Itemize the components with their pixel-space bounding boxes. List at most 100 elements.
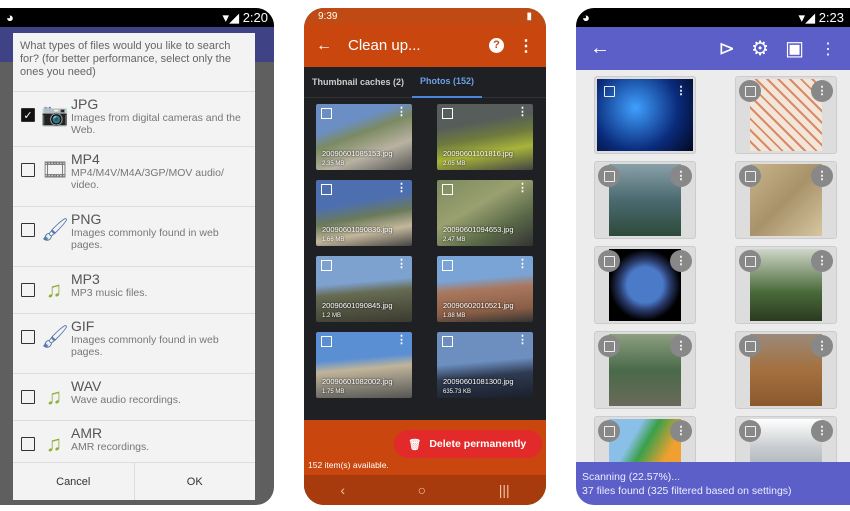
scan-result-item[interactable]: ⋮ — [594, 331, 696, 409]
cancel-button[interactable]: Cancel — [13, 463, 135, 500]
file-type-item[interactable]: 🖌 GIF Images commonly found in web pages. — [13, 313, 255, 373]
ok-button[interactable]: OK — [135, 463, 256, 500]
file-name: 20090602010521.jpg — [443, 301, 514, 310]
checkbox[interactable] — [598, 250, 620, 272]
more-options-icon[interactable]: ⋮ — [811, 165, 833, 187]
more-options-icon[interactable]: ⋮ — [396, 105, 407, 118]
more-options-icon[interactable]: ⋮ — [396, 333, 407, 346]
play-icon[interactable]: ⊳ — [718, 36, 735, 61]
save-icon[interactable]: ▣ — [785, 36, 804, 61]
scan-result-item[interactable]: ⋮ — [594, 161, 696, 239]
more-options-icon[interactable]: ⋮ — [517, 105, 528, 118]
scan-result-item[interactable]: ⋮ — [594, 76, 696, 154]
more-options-icon[interactable]: ⋮ — [517, 333, 528, 346]
photo-item[interactable]: ⋮ 20090601101816.jpg 2.05 MB — [437, 104, 533, 170]
checkbox[interactable] — [321, 260, 332, 271]
checkbox[interactable] — [598, 420, 620, 442]
delete-permanently-button[interactable]: 🗑 Delete permanently — [394, 430, 542, 458]
file-type-desc: Images commonly found in web pages. — [71, 227, 219, 251]
more-options-icon[interactable]: ⋮ — [670, 250, 692, 272]
nav-back-icon[interactable]: ‹ — [340, 482, 345, 498]
checkbox[interactable] — [739, 165, 761, 187]
music-note-icon: ♫ — [45, 431, 63, 456]
more-options-icon[interactable]: ⋮ — [811, 420, 833, 442]
photo-item[interactable]: ⋮ 20090601094653.jpg 2.47 MB — [437, 180, 533, 246]
more-options-icon[interactable]: ⋮ — [517, 257, 528, 270]
nav-recents-icon[interactable]: ||| — [499, 482, 510, 498]
file-name: 20090601094653.jpg — [443, 225, 514, 234]
checkbox[interactable] — [21, 390, 35, 404]
file-type-name: AMR — [71, 425, 103, 441]
file-type-desc: Wave audio recordings. — [71, 394, 181, 406]
checkbox[interactable] — [598, 335, 620, 357]
tab-thumbnail-caches[interactable]: Thumbnail caches (2) — [304, 67, 412, 98]
checkbox[interactable] — [739, 335, 761, 357]
checkbox[interactable] — [321, 108, 332, 119]
photo-item[interactable]: ⋮ 20090601090836.jpg 1.66 MB — [316, 180, 412, 246]
camera-icon: 📷 — [41, 102, 69, 127]
checkbox[interactable] — [442, 108, 453, 119]
scan-result-item[interactable]: ⋮ — [735, 246, 837, 324]
photo-item[interactable]: ⋮ 20090601081300.jpg 635.73 KB — [437, 332, 533, 398]
gear-icon[interactable]: ⚙ — [751, 36, 769, 61]
file-size: 2.05 MB — [443, 161, 466, 167]
file-size: 1.88 MB — [443, 313, 466, 319]
scan-status-bar: Scanning (22.57%)... 37 files found (325… — [576, 462, 850, 505]
more-options-icon[interactable]: ⋮ — [518, 36, 534, 56]
scan-result-item[interactable]: ⋮ — [735, 76, 837, 154]
checkbox[interactable] — [442, 336, 453, 347]
file-name: 20090601082002.jpg — [322, 377, 393, 386]
checkbox[interactable] — [21, 283, 35, 297]
file-type-item[interactable]: ♫ AMR AMR recordings. — [13, 420, 255, 467]
checkbox[interactable] — [321, 336, 332, 347]
more-options-icon[interactable]: ⋮ — [811, 335, 833, 357]
checkbox[interactable] — [442, 260, 453, 271]
checkbox[interactable] — [321, 184, 332, 195]
file-type-item[interactable]: 🖌 PNG Images commonly found in web pages. — [13, 206, 255, 266]
more-options-icon[interactable]: ⋮ — [670, 420, 692, 442]
checkbox[interactable]: ✓ — [21, 108, 35, 122]
scan-result-item[interactable]: ⋮ — [594, 246, 696, 324]
battery-icon: ▮ — [526, 10, 532, 22]
checkbox[interactable] — [598, 165, 620, 187]
photo-item[interactable]: ⋮ 20090601085153.jpg 2.35 MB — [316, 104, 412, 170]
android-icon: ◕ — [582, 10, 590, 25]
more-options-icon[interactable]: ⋮ — [396, 181, 407, 194]
checkbox[interactable] — [739, 80, 761, 102]
checkbox[interactable] — [21, 163, 35, 177]
more-options-icon[interactable]: ⋮ — [670, 335, 692, 357]
scan-progress: Scanning (22.57%)... — [582, 471, 681, 483]
file-type-item[interactable]: 🎞 MP4 MP4/M4V/M4A/3GP/MOV audio/ video. — [13, 146, 255, 206]
file-type-item[interactable]: ♫ MP3 MP3 music files. — [13, 266, 255, 313]
more-options-icon[interactable]: ⋮ — [811, 80, 833, 102]
checkbox[interactable] — [739, 420, 761, 442]
more-options-icon[interactable]: ⋮ — [517, 181, 528, 194]
back-arrow-icon[interactable]: ← — [590, 37, 718, 60]
more-options-icon[interactable]: ⋮ — [670, 80, 692, 102]
file-type-name: MP3 — [71, 271, 100, 287]
checkbox[interactable] — [21, 223, 35, 237]
photo-item[interactable]: ⋮ 20090602010521.jpg 1.88 MB — [437, 256, 533, 322]
more-options-icon[interactable]: ⋮ — [811, 250, 833, 272]
photo-item[interactable]: ⋮ 20090601082002.jpg 1.75 MB — [316, 332, 412, 398]
file-type-item[interactable]: ♫ WAV Wave audio recordings. — [13, 373, 255, 420]
back-arrow-icon[interactable]: ← — [316, 37, 332, 55]
file-type-name: GIF — [71, 318, 95, 334]
more-options-icon[interactable]: ⋮ — [396, 257, 407, 270]
checkbox[interactable] — [21, 330, 35, 344]
more-options-icon[interactable]: ⋮ — [670, 165, 692, 187]
more-options-icon[interactable]: ⋮ — [820, 39, 836, 59]
checkbox[interactable] — [21, 437, 35, 451]
film-reel-icon: 🎞 — [41, 157, 69, 182]
tab-photos[interactable]: Photos (152) — [412, 67, 483, 98]
checkbox[interactable] — [598, 80, 620, 102]
photo-item[interactable]: ⋮ 20090601090845.jpg 1.2 MB — [316, 256, 412, 322]
scan-result-item[interactable]: ⋮ — [735, 161, 837, 239]
checkbox[interactable] — [442, 184, 453, 195]
trash-icon: 🗑 — [408, 438, 422, 451]
nav-home-icon[interactable]: ○ — [418, 482, 426, 498]
file-type-item[interactable]: ✓ 📷 JPG Images from digital cameras and the… — [13, 91, 255, 146]
scan-result-item[interactable]: ⋮ — [735, 331, 837, 409]
help-icon[interactable]: ? — [489, 38, 504, 53]
checkbox[interactable] — [739, 250, 761, 272]
